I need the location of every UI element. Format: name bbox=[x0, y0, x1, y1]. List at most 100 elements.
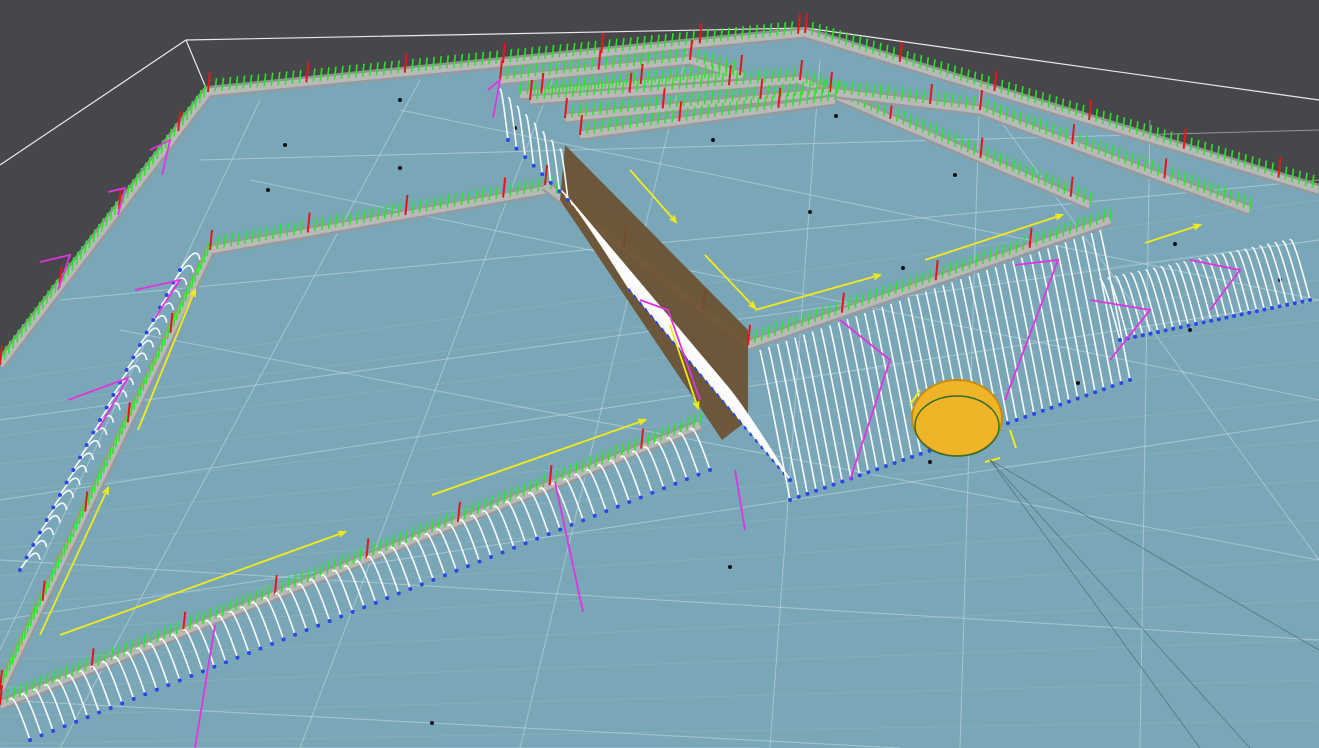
contact-point bbox=[892, 461, 897, 466]
contact-point bbox=[465, 564, 470, 569]
contact-point bbox=[1040, 408, 1045, 413]
contact-point bbox=[84, 443, 89, 447]
contact-point bbox=[1216, 317, 1221, 322]
contact-point bbox=[1005, 421, 1010, 426]
contact-point bbox=[373, 600, 378, 605]
contact-point bbox=[1285, 302, 1290, 307]
contact-point bbox=[673, 481, 678, 486]
contact-point bbox=[396, 591, 401, 596]
grid-node bbox=[953, 173, 957, 177]
grid-node bbox=[283, 143, 287, 147]
contact-point bbox=[62, 724, 67, 729]
contact-point bbox=[796, 494, 801, 499]
contact-point bbox=[1262, 307, 1267, 312]
contact-point bbox=[857, 473, 862, 478]
contact-point bbox=[592, 513, 597, 518]
contact-point bbox=[408, 586, 413, 591]
contact-point bbox=[831, 482, 836, 487]
contact-point bbox=[1075, 396, 1080, 401]
contact-point bbox=[38, 530, 42, 535]
contact-point bbox=[1148, 331, 1153, 336]
contact-point bbox=[514, 146, 519, 151]
contact-point bbox=[627, 500, 632, 505]
contact-point bbox=[1239, 312, 1244, 317]
contact-point bbox=[18, 568, 22, 572]
contact-point bbox=[788, 498, 792, 502]
contact-point bbox=[548, 180, 553, 185]
contact-point bbox=[604, 509, 609, 514]
contact-point bbox=[500, 550, 505, 555]
3d-viewport[interactable] bbox=[0, 0, 1319, 748]
contact-point bbox=[910, 454, 915, 459]
contact-point bbox=[1277, 304, 1282, 309]
contact-point bbox=[569, 522, 574, 527]
contact-point bbox=[1163, 328, 1168, 333]
contact-point bbox=[788, 478, 792, 482]
contact-point bbox=[39, 733, 44, 738]
grid-node bbox=[711, 138, 715, 142]
contact-point bbox=[131, 696, 136, 701]
contact-point bbox=[71, 468, 76, 472]
contact-point bbox=[454, 568, 459, 573]
contact-point bbox=[1209, 318, 1214, 323]
contact-point bbox=[124, 368, 129, 372]
contact-point bbox=[1292, 301, 1297, 306]
contact-point bbox=[805, 491, 810, 496]
contact-point bbox=[97, 710, 102, 715]
contact-point bbox=[223, 660, 228, 665]
contact-point bbox=[581, 518, 586, 523]
contact-point bbox=[1084, 393, 1089, 398]
contact-point bbox=[566, 198, 570, 202]
contact-point bbox=[64, 480, 69, 485]
scene-canvas[interactable] bbox=[0, 0, 1319, 748]
grid-node bbox=[1076, 381, 1080, 385]
contact-point bbox=[304, 628, 309, 633]
contact-point bbox=[1032, 411, 1037, 416]
contact-point bbox=[98, 418, 102, 422]
contact-point bbox=[1049, 405, 1054, 410]
contact-point bbox=[1247, 310, 1252, 315]
contact-point bbox=[684, 477, 689, 482]
contact-point bbox=[531, 163, 536, 168]
contact-point bbox=[270, 641, 275, 646]
contact-point bbox=[1101, 387, 1106, 392]
contact-point bbox=[1118, 338, 1122, 342]
contact-point bbox=[51, 505, 56, 510]
contact-point bbox=[258, 646, 263, 651]
contact-point bbox=[918, 451, 923, 456]
contact-point bbox=[1119, 381, 1124, 386]
contact-point bbox=[696, 472, 701, 477]
grid-node bbox=[398, 166, 402, 170]
contact-point bbox=[431, 577, 436, 582]
contact-point bbox=[111, 393, 116, 397]
contact-point bbox=[1194, 322, 1198, 326]
contact-point bbox=[200, 669, 205, 674]
grid-node bbox=[834, 114, 838, 118]
grid-node bbox=[928, 460, 932, 464]
contact-point bbox=[28, 738, 32, 742]
contact-point bbox=[143, 692, 148, 697]
contact-point bbox=[1186, 323, 1191, 328]
contact-point bbox=[281, 637, 286, 642]
contact-point bbox=[91, 430, 96, 435]
contact-point bbox=[339, 614, 344, 619]
contact-point bbox=[615, 504, 620, 509]
contact-point bbox=[178, 268, 182, 272]
contact-point bbox=[189, 673, 194, 678]
contact-point bbox=[1171, 326, 1176, 331]
contact-point bbox=[442, 573, 447, 578]
contact-point bbox=[293, 632, 298, 637]
contact-point bbox=[901, 458, 906, 462]
contact-point bbox=[1156, 330, 1160, 334]
contact-point bbox=[246, 651, 251, 656]
contact-point bbox=[316, 623, 321, 628]
contact-point bbox=[131, 355, 136, 360]
contact-point bbox=[477, 559, 482, 564]
contact-point bbox=[74, 719, 79, 724]
contact-point bbox=[1308, 298, 1312, 302]
contact-point bbox=[1066, 399, 1071, 404]
contact-point bbox=[875, 467, 880, 472]
contact-point bbox=[164, 293, 169, 297]
grid-node bbox=[728, 565, 732, 569]
grid-node bbox=[901, 266, 905, 270]
